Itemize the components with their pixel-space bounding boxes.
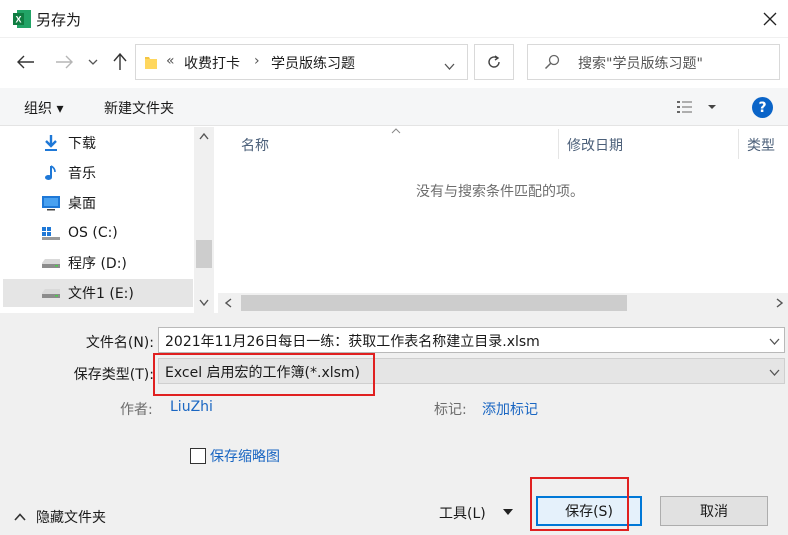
column-header-modified[interactable]: 修改日期 xyxy=(567,135,623,155)
sidebar-item-drive-c[interactable]: OS (C:) xyxy=(40,219,194,247)
folder-icon xyxy=(144,54,158,74)
caret-down-icon[interactable] xyxy=(503,509,513,515)
arrow-up-icon xyxy=(113,53,127,70)
window-title: 另存为 xyxy=(36,11,82,29)
breadcrumb-item[interactable]: 学员版练习题 xyxy=(271,53,355,73)
search-icon xyxy=(544,54,560,74)
title-bar: X 另存为 xyxy=(0,0,788,38)
svg-text:X: X xyxy=(15,15,21,25)
hide-folders-button[interactable]: 隐藏文件夹 xyxy=(36,507,106,527)
chevron-down-icon[interactable] xyxy=(444,58,455,74)
search-input[interactable]: 搜索"学员版练习题" xyxy=(527,44,780,80)
tags-value[interactable]: 添加标记 xyxy=(482,399,538,419)
arrow-left-icon xyxy=(17,55,34,69)
recent-locations-button[interactable] xyxy=(84,50,102,74)
author-value[interactable]: LiuZhi xyxy=(170,399,213,415)
column-header-name[interactable]: 名称 xyxy=(241,135,269,155)
sort-ascending-icon xyxy=(391,128,401,134)
scrollbar-thumb[interactable] xyxy=(196,240,212,268)
chevron-up-icon xyxy=(199,133,209,140)
sidebar-item-desktop[interactable]: 桌面 xyxy=(40,189,194,217)
filename-label: 文件名(N): xyxy=(85,335,154,351)
sidebar-item-label: 桌面 xyxy=(68,196,96,212)
breadcrumb-separator-icon: › xyxy=(254,53,260,69)
column-divider xyxy=(738,129,739,159)
download-icon xyxy=(40,134,62,152)
organize-button[interactable]: 组织 ▾ xyxy=(24,98,63,118)
desktop-icon xyxy=(40,194,62,212)
chevron-down-icon xyxy=(199,299,209,306)
highlight-annotation xyxy=(530,477,629,531)
highlight-annotation xyxy=(153,353,375,396)
chevron-right-icon xyxy=(776,298,783,308)
breadcrumb-overflow[interactable]: « xyxy=(166,53,175,69)
chevron-down-icon[interactable] xyxy=(769,369,780,376)
filename-field[interactable]: 2021年11月26日每日一练：获取工作表名称建立目录.xlsm xyxy=(158,327,785,353)
sidebar-item-downloads[interactable]: 下载 xyxy=(40,129,194,157)
up-button[interactable] xyxy=(108,50,132,74)
windows-drive-icon xyxy=(40,224,62,242)
author-label: 作者: xyxy=(120,402,153,418)
save-form: 文件名(N): 2021年11月26日每日一练：获取工作表名称建立目录.xlsm… xyxy=(0,313,788,535)
tools-button[interactable]: 工具(L) xyxy=(439,503,486,523)
search-placeholder: 搜索"学员版练习题" xyxy=(578,56,703,72)
excel-icon: X xyxy=(12,9,32,29)
chevron-down-icon xyxy=(88,59,98,65)
sidebar-item-music[interactable]: 音乐 xyxy=(40,159,194,187)
navigation-scrollbar[interactable] xyxy=(194,127,214,313)
filetype-label: 保存类型(T): xyxy=(73,367,154,383)
chevron-left-icon xyxy=(225,298,232,308)
refresh-button[interactable] xyxy=(474,44,514,80)
music-icon xyxy=(40,164,62,182)
command-bar: 组织 ▾ 新建文件夹 xyxy=(0,88,788,126)
sidebar-item-label: 文件1 (E:) xyxy=(68,286,134,302)
drive-icon xyxy=(40,254,62,272)
column-divider xyxy=(558,129,559,159)
close-button[interactable] xyxy=(756,6,784,32)
view-options-button[interactable] xyxy=(676,99,720,119)
thumbnail-label[interactable]: 保存缩略图 xyxy=(210,446,280,466)
thumbnail-checkbox[interactable] xyxy=(190,448,206,464)
column-header-type[interactable]: 类型 xyxy=(747,135,775,155)
back-button[interactable] xyxy=(14,50,38,74)
close-icon xyxy=(763,12,777,26)
sidebar-item-label: 音乐 xyxy=(68,166,96,182)
sidebar-item-label: 程序 (D:) xyxy=(68,256,127,272)
arrow-right-icon xyxy=(56,55,73,69)
help-button[interactable]: ? xyxy=(752,97,773,118)
chevron-down-icon[interactable] xyxy=(769,338,780,345)
chevron-up-icon[interactable] xyxy=(14,509,26,525)
refresh-icon xyxy=(488,55,500,68)
address-bar[interactable]: « 收费打卡 › 学员版练习题 xyxy=(135,44,468,80)
file-list: 名称 修改日期 类型 没有与搜索条件匹配的项。 xyxy=(218,127,788,313)
sidebar-item-drive-d[interactable]: 程序 (D:) xyxy=(40,249,194,277)
tags-label: 标记: xyxy=(434,402,467,418)
navigation-pane: 下载 音乐 桌面 OS (C:) 程序 (D:) 文件1 (E:) xyxy=(0,127,216,313)
breadcrumb-item[interactable]: 收费打卡 xyxy=(184,53,240,73)
new-folder-button[interactable]: 新建文件夹 xyxy=(104,98,174,118)
sidebar-item-label: 下载 xyxy=(68,136,96,152)
forward-button[interactable] xyxy=(52,50,76,74)
empty-message: 没有与搜索条件匹配的项。 xyxy=(416,184,584,200)
filename-value: 2021年11月26日每日一练：获取工作表名称建立目录.xlsm xyxy=(165,334,540,350)
sidebar-item-label: OS (C:) xyxy=(68,225,118,241)
drive-icon xyxy=(40,284,62,302)
sidebar-item-drive-e[interactable]: 文件1 (E:) xyxy=(3,279,193,307)
cancel-button[interactable]: 取消 xyxy=(660,496,768,526)
scrollbar-thumb[interactable] xyxy=(241,295,627,311)
view-list-icon xyxy=(677,101,716,113)
